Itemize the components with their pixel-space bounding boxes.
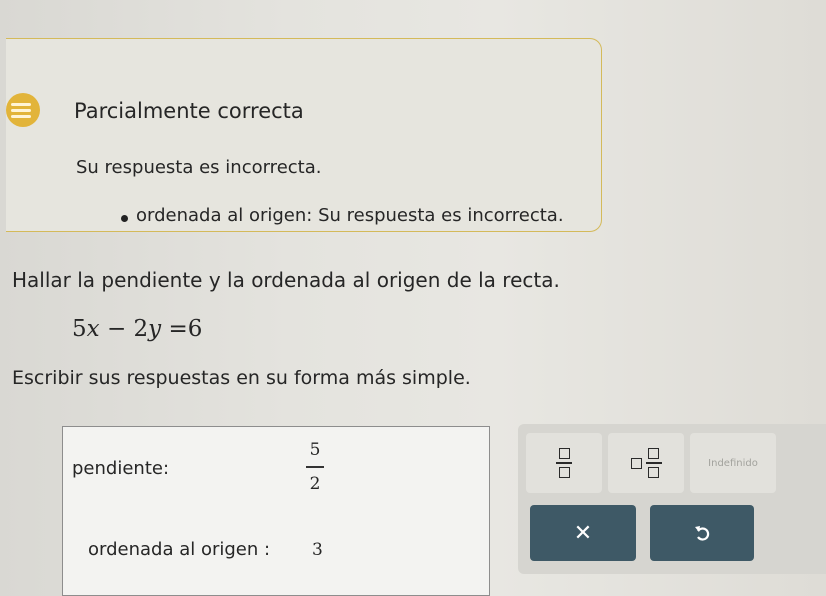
equation: 5x − 2y =6 [72,316,203,342]
undo-icon [695,526,710,541]
slope-numerator[interactable]: 5 [310,440,321,460]
fraction-button[interactable] [526,433,602,493]
feedback-message: Su respuesta es incorrecta. [76,157,322,178]
slope-input[interactable]: 5 2 [306,440,324,494]
intercept-label: ordenada al origen : [88,539,271,560]
question-text: Hallar la pendiente y la ordenada al ori… [12,268,560,292]
mixed-number-icon [630,448,662,478]
clear-button[interactable]: ✕ [530,505,636,561]
feedback-title: Parcialmente correcta [74,99,304,123]
clear-icon: ✕ [573,520,593,546]
undefined-label: Indefinido [708,457,758,469]
answer-box [62,426,490,596]
instruction-text: Escribir sus respuestas en su forma más … [12,367,471,389]
intercept-input[interactable]: 3 [312,540,323,560]
undo-button[interactable] [650,505,754,561]
undefined-button[interactable]: Indefinido [690,433,776,493]
bullet-icon [121,215,128,222]
feedback-panel: Parcialmente correcta Su respuesta es in… [6,38,602,232]
feedback-item: ordenada al origen: Su respuesta es inco… [136,205,564,226]
slope-denominator[interactable]: 2 [310,474,321,494]
partial-correct-icon [6,93,40,127]
fraction-icon [556,448,572,478]
mixed-number-button[interactable] [608,433,684,493]
slope-label: pendiente: [72,458,170,479]
